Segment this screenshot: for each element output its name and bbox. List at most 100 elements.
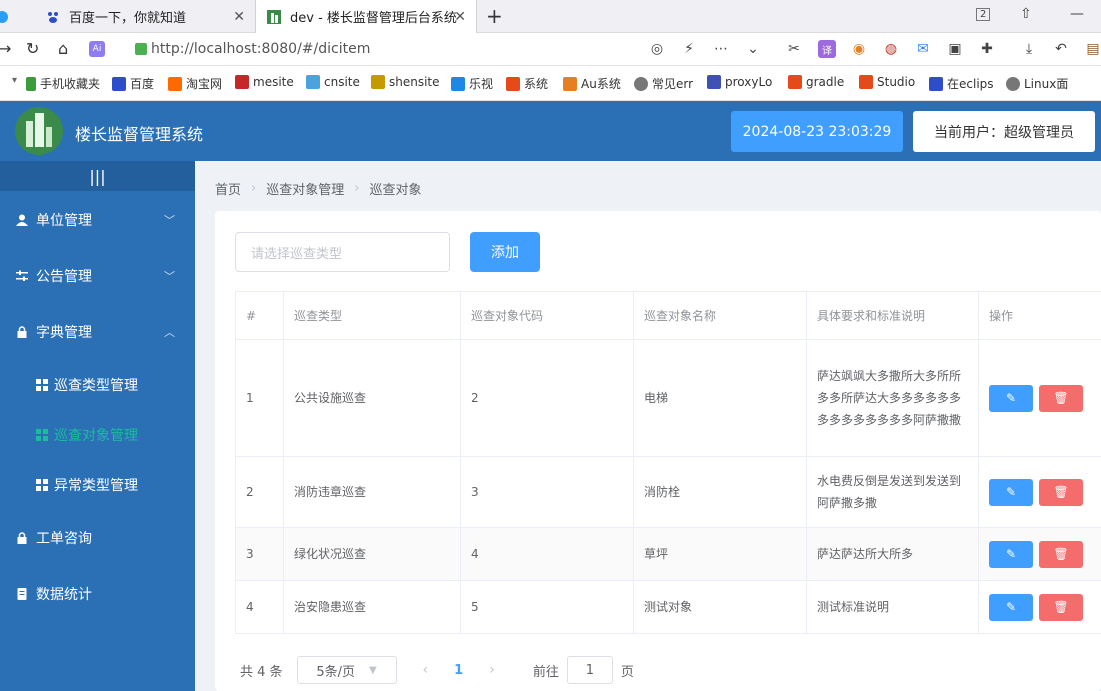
pin-icon[interactable]: ⇧ bbox=[1020, 6, 1032, 22]
back-icon[interactable]: → bbox=[0, 39, 11, 58]
bookmark-item[interactable]: gradle bbox=[788, 75, 844, 89]
row-desc: 萨达飒飒大多撒所大多所所多多所萨达大多多多多多多多多多多多多多多阿萨撒撒 bbox=[806, 339, 979, 457]
more-icon[interactable]: ⋯ bbox=[712, 40, 730, 58]
close-tab-icon[interactable]: ✕ bbox=[454, 9, 466, 25]
current-user-display[interactable]: 当前用户：超级管理员 bbox=[913, 111, 1095, 152]
row-code: 2 bbox=[460, 339, 634, 457]
row-code: 3 bbox=[460, 456, 634, 528]
tab-count-badge[interactable]: 2 bbox=[976, 8, 991, 21]
sidebar-item-dictionary[interactable]: 字典管理 ︿ bbox=[0, 304, 195, 360]
browser-nav-bar: → ↻ ⌂ Ai http://localhost:8080/#/dicitem… bbox=[0, 33, 1101, 66]
bookmark-item[interactable]: mesite bbox=[235, 75, 294, 89]
bookmark-item[interactable]: Au系统 bbox=[563, 75, 621, 92]
bookmark-item[interactable]: 系统 bbox=[506, 75, 548, 92]
app-title: 楼长监督管理系统 bbox=[75, 125, 204, 144]
mail-icon[interactable]: ✉ bbox=[914, 40, 932, 58]
table-header-row: # 巡查类型 巡查对象代码 巡查对象名称 具体要求和标准说明 操作 bbox=[235, 291, 1101, 340]
sidebar-subitem-exception-type[interactable]: 异常类型管理 bbox=[0, 460, 195, 510]
compass-icon[interactable]: ◎ bbox=[648, 40, 666, 58]
extensions-icon[interactable]: ✚ bbox=[978, 40, 996, 58]
weibo-icon[interactable]: ◍ bbox=[882, 40, 900, 58]
edit-button[interactable]: ✎ bbox=[989, 540, 1033, 568]
bookmark-item[interactable]: cnsite bbox=[306, 75, 360, 89]
add-button[interactable]: 添加 bbox=[470, 232, 540, 272]
new-tab-button[interactable]: + bbox=[486, 4, 503, 28]
sidebar-item-workorder[interactable]: 工单咨询 bbox=[0, 510, 195, 566]
goto-label: 前往 bbox=[532, 664, 559, 680]
ai-icon[interactable]: Ai bbox=[89, 41, 105, 57]
translate-icon[interactable]: 译 bbox=[818, 40, 836, 58]
address-bar[interactable]: http://localhost:8080/#/dicitem bbox=[135, 38, 370, 60]
table-row: 4 治安隐患巡查 5 测试对象 测试标准说明 ✎ 🗑 bbox=[235, 580, 1101, 634]
sidebar-item-unit[interactable]: 单位管理 ﹀ bbox=[0, 192, 195, 248]
tab-label: 百度一下，你就知道 bbox=[69, 11, 187, 26]
bolt-icon[interactable]: ⚡ bbox=[680, 40, 698, 58]
row-desc: 测试标准说明 bbox=[806, 580, 979, 634]
sidebar-subitem-label: 巡查类型管理 bbox=[54, 378, 138, 394]
browser-tab-dev[interactable]: dev - 楼长监督管理后台系统 ✕ bbox=[255, 0, 477, 33]
bookmark-item[interactable]: Studio bbox=[859, 75, 915, 89]
prev-page-icon[interactable]: ‹ bbox=[423, 662, 429, 678]
download-icon[interactable]: ⤓ bbox=[1020, 40, 1038, 58]
row-actions: ✎ 🗑 bbox=[978, 339, 1101, 457]
undo-icon[interactable]: ↶ bbox=[1052, 40, 1070, 58]
delete-button[interactable]: 🗑 bbox=[1039, 384, 1083, 412]
delete-button[interactable]: 🗑 bbox=[1039, 478, 1083, 506]
pagination: 共 4 条 5条/页 ▼ ‹ 1 › 前往 1 页 bbox=[240, 656, 634, 684]
bookmark-item[interactable]: 百度 bbox=[112, 75, 154, 92]
reload-icon[interactable]: ↻ bbox=[26, 39, 39, 58]
bookmark-item[interactable]: 乐视 bbox=[451, 75, 493, 92]
row-name: 测试对象 bbox=[633, 580, 807, 634]
sidebar-item-label: 数据统计 bbox=[36, 587, 92, 603]
edit-button[interactable]: ✎ bbox=[989, 593, 1033, 621]
reader-icon[interactable]: ▣ bbox=[946, 40, 964, 58]
browser-tab-bar: 百度一下，你就知道 ✕ dev - 楼长监督管理后台系统 ✕ + 2 ⇧ — bbox=[0, 0, 1101, 33]
scissors-icon[interactable]: ✂ bbox=[785, 40, 803, 58]
sidebar-item-label: 字典管理 bbox=[36, 325, 92, 341]
bookmarks-dropdown-icon[interactable]: ▾ bbox=[12, 75, 17, 86]
sidebar-item-notice[interactable]: 公告管理 ﹀ bbox=[0, 248, 195, 304]
breadcrumb-home[interactable]: 首页 bbox=[215, 179, 241, 198]
bookmark-item[interactable]: proxyLo bbox=[707, 75, 772, 89]
chevron-right-icon: › bbox=[354, 181, 360, 196]
row-name: 消防栓 bbox=[633, 456, 807, 528]
browser-tab-baidu[interactable]: 百度一下，你就知道 ✕ bbox=[35, 0, 255, 33]
minimize-icon[interactable]: — bbox=[1070, 6, 1084, 22]
close-tab-icon[interactable]: ✕ bbox=[233, 9, 245, 25]
row-desc: 水电费反倒是发送到发送到阿萨撒多撒 bbox=[806, 456, 979, 528]
page-size-select[interactable]: 5条/页 ▼ bbox=[296, 656, 397, 684]
goto-page-input[interactable]: 1 bbox=[566, 656, 613, 684]
home-icon[interactable]: ⌂ bbox=[58, 39, 68, 58]
row-name: 电梯 bbox=[633, 339, 807, 457]
row-code: 5 bbox=[460, 580, 634, 634]
sidebar-subitem-patrol-type[interactable]: 巡查类型管理 bbox=[0, 360, 195, 410]
bookmark-item[interactable]: 淘宝网 bbox=[168, 75, 222, 92]
edit-button[interactable]: ✎ bbox=[989, 384, 1033, 412]
column-header: 操作 bbox=[978, 291, 1101, 340]
grid-icon bbox=[36, 379, 48, 391]
bookmark-item[interactable]: Linux面 bbox=[1006, 75, 1068, 92]
bookmark-item[interactable]: 在eclips bbox=[929, 75, 994, 92]
bookmark-item[interactable]: shensite bbox=[371, 75, 440, 89]
breadcrumb-parent[interactable]: 巡查对象管理 bbox=[266, 179, 344, 198]
telegram-icon bbox=[0, 0, 8, 33]
sidebar-subitem-patrol-object[interactable]: 巡查对象管理 bbox=[0, 410, 195, 460]
sidebar-collapse-button[interactable]: ||| bbox=[0, 161, 195, 191]
delete-button[interactable]: 🗑 bbox=[1039, 540, 1083, 568]
sidebar: ||| 单位管理 ﹀ 公告管理 ﹀ 字典管理 ︿ 巡查类型管理 巡查对象管理 异… bbox=[0, 161, 195, 691]
grid-icon bbox=[36, 479, 48, 491]
chevron-down-icon[interactable]: ⌄ bbox=[744, 40, 762, 58]
bookmark-icon bbox=[306, 75, 320, 89]
sidebar-item-statistics[interactable]: 数据统计 bbox=[0, 566, 195, 622]
lock-icon bbox=[16, 326, 28, 338]
next-page-icon[interactable]: › bbox=[489, 662, 495, 678]
sidebar-item-label: 单位管理 bbox=[36, 213, 92, 229]
edit-button[interactable]: ✎ bbox=[989, 478, 1033, 506]
page-number[interactable]: 1 bbox=[454, 663, 463, 678]
patrol-type-select[interactable]: 请选择巡查类型 bbox=[235, 232, 450, 272]
gamepad-icon[interactable]: ◉ bbox=[850, 40, 868, 58]
delete-button[interactable]: 🗑 bbox=[1039, 593, 1083, 621]
bookmark-item[interactable]: 常见err bbox=[634, 75, 693, 92]
bookmark-item[interactable]: 手机收藏夹 bbox=[26, 75, 100, 92]
briefcase-icon[interactable]: ▤ bbox=[1084, 40, 1101, 58]
